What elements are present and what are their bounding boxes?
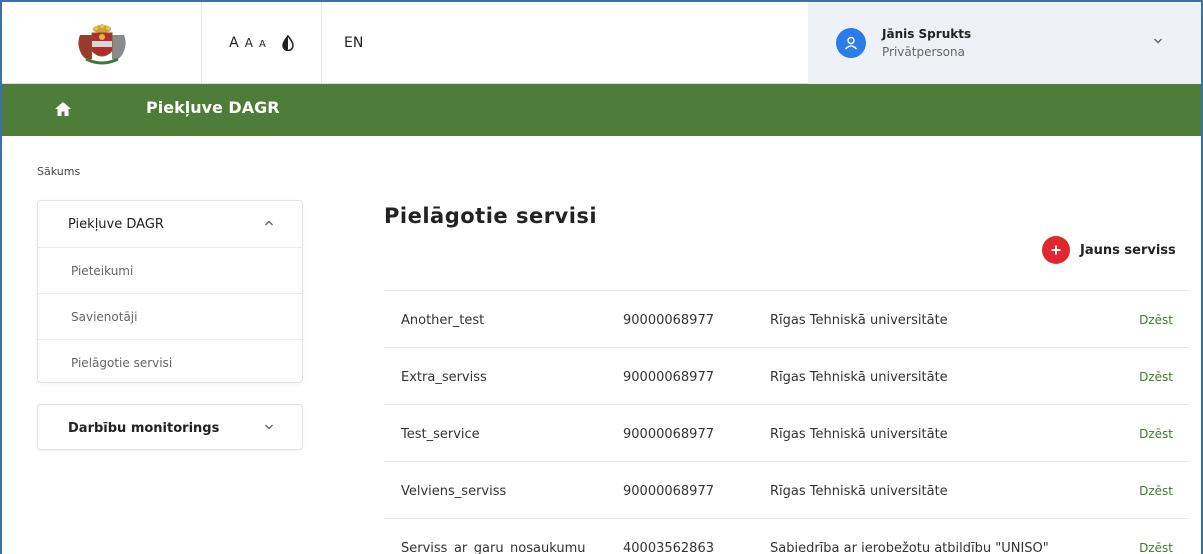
sidebar-item-pieteikumi[interactable]: Pieteikumi xyxy=(38,247,302,293)
user-name: Jānis Sprukts xyxy=(882,27,972,41)
service-code: 90000068977 xyxy=(623,484,714,499)
table-row: Test_service 90000068977 Rīgas Tehniskā … xyxy=(384,404,1189,461)
service-name: Velviens_serviss xyxy=(401,484,507,499)
table-row: Velviens_serviss 90000068977 Rīgas Tehni… xyxy=(384,461,1189,518)
user-role: Privātpersona xyxy=(882,45,965,59)
sidebar-section-access: Piekļuve DAGR Pieteikumi Savienotāji Pie… xyxy=(37,200,303,383)
user-menu[interactable]: Jānis Sprukts Privātpersona xyxy=(808,2,1201,84)
sidebar-item-savienotaji[interactable]: Savienotāji xyxy=(38,293,302,339)
service-org: Rīgas Tehniskā universitāte xyxy=(770,484,948,499)
delete-link[interactable]: Dzēst xyxy=(1139,484,1173,498)
logo-cell[interactable] xyxy=(2,2,202,84)
top-bar: A A A EN Jānis Sprukts Privātpersona xyxy=(2,2,1201,84)
new-service-label: Jauns serviss xyxy=(1080,242,1176,258)
contrast-drop-icon[interactable] xyxy=(282,35,294,51)
home-icon[interactable] xyxy=(54,100,72,118)
service-name: Test_service xyxy=(401,427,480,442)
user-info: Jānis Sprukts Privātpersona xyxy=(882,27,971,59)
service-code: 90000068977 xyxy=(623,427,714,442)
plus-button-circle xyxy=(1042,236,1070,264)
service-code: 90000068977 xyxy=(623,370,714,385)
plus-icon xyxy=(1051,245,1061,255)
table-row: Extra_serviss 90000068977 Rīgas Tehniskā… xyxy=(384,347,1189,404)
font-size-cell: A A A xyxy=(202,2,322,84)
nav-bar: Piekļuve DAGR xyxy=(2,84,1201,136)
app-frame: A A A EN Jānis Sprukts Privātpersona Pie… xyxy=(0,0,1203,554)
font-size-medium-button[interactable]: A xyxy=(245,36,255,50)
sidebar-section-title: Darbību monitorings xyxy=(68,420,220,436)
language-cell: EN xyxy=(322,2,802,84)
page-title: Pielāgotie servisi xyxy=(384,204,598,228)
service-name: Another_test xyxy=(401,313,485,328)
font-size-small-button[interactable]: A xyxy=(259,39,268,50)
new-service-button[interactable]: Jauns serviss xyxy=(1042,236,1176,264)
service-name: Extra_serviss xyxy=(401,370,487,385)
table-row: Another_test 90000068977 Rīgas Tehniskā … xyxy=(384,290,1189,347)
breadcrumb[interactable]: Sākums xyxy=(37,165,80,178)
chevron-down-icon xyxy=(265,424,273,430)
table-row: Serviss_ar_garu_nosaukumu 40003562863 Sa… xyxy=(384,518,1189,554)
services-table: Another_test 90000068977 Rīgas Tehniskā … xyxy=(384,290,1189,554)
font-size-large-button[interactable]: A xyxy=(229,35,241,51)
service-org: Rīgas Tehniskā universitāte xyxy=(770,313,948,328)
sidebar-section-monitoring-header[interactable]: Darbību monitorings xyxy=(38,405,302,451)
delete-link[interactable]: Dzēst xyxy=(1139,541,1173,554)
sidebar-section-monitoring: Darbību monitorings xyxy=(37,404,303,450)
delete-link[interactable]: Dzēst xyxy=(1139,427,1173,441)
delete-link[interactable]: Dzēst xyxy=(1139,370,1173,384)
service-code: 90000068977 xyxy=(623,313,714,328)
service-name: Serviss_ar_garu_nosaukumu xyxy=(401,541,586,554)
sidebar-section-access-header[interactable]: Piekļuve DAGR xyxy=(38,201,302,247)
service-org: Rīgas Tehniskā universitāte xyxy=(770,427,948,442)
service-org: Rīgas Tehniskā universitāte xyxy=(770,370,948,385)
chevron-down-icon[interactable] xyxy=(1153,37,1163,45)
language-switch[interactable]: EN xyxy=(344,35,363,51)
user-icon xyxy=(844,36,858,50)
sidebar-section-title: Piekļuve DAGR xyxy=(68,216,164,232)
service-org: Sabiedrība ar ierobežotu atbildību "UNIS… xyxy=(770,541,1049,554)
avatar xyxy=(836,28,866,58)
font-size-controls: A A A xyxy=(229,35,268,51)
delete-link[interactable]: Dzēst xyxy=(1139,313,1173,327)
chevron-up-icon xyxy=(265,220,273,226)
service-code: 40003562863 xyxy=(623,541,714,554)
coat-of-arms-icon xyxy=(77,24,126,65)
nav-title[interactable]: Piekļuve DAGR xyxy=(146,98,280,117)
sidebar-item-pielagotie-servisi[interactable]: Pielāgotie servisi xyxy=(38,339,302,385)
